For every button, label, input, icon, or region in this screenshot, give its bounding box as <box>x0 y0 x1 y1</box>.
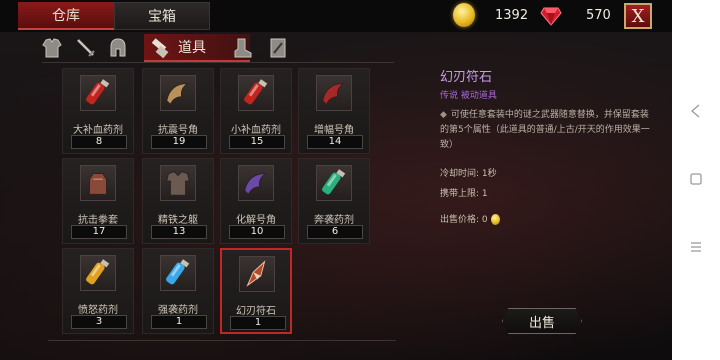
helmet-icon[interactable] <box>106 36 130 60</box>
gauntlet-icon <box>89 173 107 195</box>
item-quantity: 1 <box>151 315 207 329</box>
tab-warehouse[interactable]: 仓库 <box>18 2 114 30</box>
item-slot[interactable]: 化解号角 10 <box>220 158 292 244</box>
item-quantity: 14 <box>307 135 363 149</box>
item-name: 幻刃符石 <box>236 306 276 317</box>
menu-icon[interactable] <box>689 240 703 254</box>
item-slot[interactable]: 强袭药剂 1 <box>142 248 214 334</box>
green-potion-icon <box>322 169 346 195</box>
boot-icon[interactable] <box>230 36 254 60</box>
item-quantity: 19 <box>151 135 207 149</box>
antler-horn-icon <box>166 83 189 106</box>
blue-potion-icon <box>166 259 190 285</box>
item-icon-frame <box>316 165 352 201</box>
ruby-gem-icon <box>540 7 562 26</box>
item-name: 奔袭药剂 <box>314 215 354 226</box>
item-name: 大补血药剂 <box>73 125 123 136</box>
gem-amount: 570 <box>586 8 611 23</box>
red-potion-icon <box>244 79 268 105</box>
item-name: 化解号角 <box>236 215 276 226</box>
gold-coin-icon <box>490 214 500 225</box>
item-quantity: 17 <box>71 225 127 239</box>
top-bar: 仓库 宝箱 1392 570 X <box>0 0 672 32</box>
red-horn-icon <box>322 83 345 106</box>
item-detail-panel: 幻刃符石 传说 被动道具 ◆ 可使任意套装中的谜之武器随意替换，并保留套装的第5个… <box>430 62 662 352</box>
category-divider <box>42 62 394 63</box>
purple-horn-icon <box>244 173 267 196</box>
back-icon[interactable] <box>689 104 703 118</box>
item-name: 抗震号角 <box>158 125 198 136</box>
item-slot[interactable]: 增幅号角 14 <box>298 68 370 154</box>
item-icon-frame <box>160 165 196 201</box>
detail-title: 幻刃符石 <box>440 70 493 85</box>
item-slot[interactable]: 大补血药剂 8 <box>62 68 134 154</box>
red-potion-icon <box>86 79 110 105</box>
item-slot[interactable]: 抗震号角 19 <box>142 68 214 154</box>
detail-rarity: 传说 被动道具 <box>440 91 497 101</box>
item-slot[interactable]: 精铁之躯 13 <box>142 158 214 244</box>
tab-chest[interactable]: 宝箱 <box>114 2 210 30</box>
detail-description: ◆ 可使任意套装中的谜之武器随意替换，并保留套装的第5个属性（此道具的普通/上古/… <box>440 108 656 153</box>
item-icon-frame <box>238 165 274 201</box>
item-icon-frame <box>80 255 116 291</box>
blade-rune-icon <box>246 260 266 287</box>
item-quantity: 6 <box>307 225 363 239</box>
item-name: 精铁之躯 <box>158 215 198 226</box>
armor-icon[interactable] <box>40 36 64 60</box>
item-quantity: 13 <box>151 225 207 239</box>
item-icon-frame <box>238 75 274 111</box>
item-quantity: 1 <box>230 316 286 330</box>
item-icon-frame <box>239 256 275 292</box>
item-slot[interactable]: 奔袭药剂 6 <box>298 158 370 244</box>
item-name: 增幅号角 <box>314 125 354 136</box>
item-slot[interactable]: 小补血药剂 15 <box>220 68 292 154</box>
sell-price: 出售价格: 0 <box>440 212 500 225</box>
sell-button[interactable]: 出售 <box>502 308 582 334</box>
android-nav-bar <box>672 0 720 360</box>
item-icon-frame <box>160 75 196 111</box>
item-quantity: 8 <box>71 135 127 149</box>
scroll-icon[interactable] <box>266 36 290 60</box>
item-icon-frame <box>80 165 116 201</box>
iron-armor-icon <box>166 171 190 196</box>
close-button[interactable]: X <box>624 3 652 29</box>
item-quantity: 10 <box>229 225 285 239</box>
item-name: 愤怒药剂 <box>78 305 118 316</box>
item-icon-frame <box>160 255 196 291</box>
item-name: 抗击拳套 <box>78 215 118 226</box>
item-name: 小补血药剂 <box>231 125 281 136</box>
item-quantity: 15 <box>229 135 285 149</box>
item-slot[interactable]: 愤怒药剂 3 <box>62 248 134 334</box>
home-icon[interactable] <box>689 172 703 186</box>
item-quantity: 3 <box>71 315 127 329</box>
carry-limit-text: 携带上限: 1 <box>440 189 488 199</box>
item-slot[interactable]: 幻刃符石 1 <box>220 248 292 334</box>
item-slot[interactable]: 抗击拳套 17 <box>62 158 134 244</box>
description-text: 可使任意套装中的谜之武器随意替换，并保留套装的第5个属性（此道具的普通/上古/开… <box>440 110 650 150</box>
category-items-label: 道具 <box>178 40 206 56</box>
sword-icon[interactable] <box>74 36 98 60</box>
gold-coin-icon <box>453 3 475 27</box>
category-bar: 道具 <box>34 34 394 62</box>
game-screen: 仓库 宝箱 1392 570 X 道具 大补血药剂 8 抗震号角 19 小补血药… <box>0 0 672 360</box>
item-icon-frame <box>80 75 116 111</box>
bullet-icon: ◆ <box>440 110 447 120</box>
sell-price-text: 出售价格: 0 <box>440 215 488 225</box>
gold-amount: 1392 <box>495 8 529 23</box>
grid-divider <box>48 340 396 341</box>
cooldown-text: 冷却时间: 1秒 <box>440 169 497 179</box>
item-icon-frame <box>316 75 352 111</box>
items-icon <box>151 38 169 59</box>
item-name: 强袭药剂 <box>158 305 198 316</box>
orange-potion-icon <box>86 259 110 285</box>
